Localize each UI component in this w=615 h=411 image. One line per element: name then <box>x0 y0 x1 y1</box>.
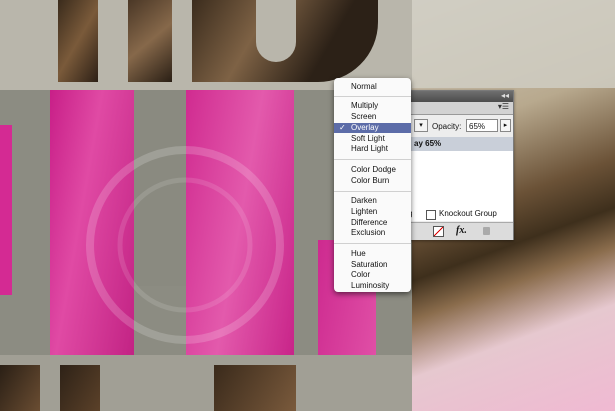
menu-item-difference[interactable]: Difference <box>334 218 411 228</box>
layer-label: ay 65% <box>414 139 442 148</box>
menu-item-exclusion[interactable]: Exclusion <box>334 228 411 238</box>
opacity-field[interactable]: 65% <box>466 119 498 132</box>
menu-item-color[interactable]: Color <box>334 270 411 280</box>
collapse-icon[interactable]: ◂◂ <box>501 91 509 100</box>
transparency-panel[interactable]: ◂◂ ▾☰ ▾ Opacity: 65% ▸ ay 65% g Knockout… <box>405 90 514 240</box>
panel-footer: fx. <box>406 222 513 240</box>
panel-tab-bar[interactable]: ▾☰ <box>406 102 513 115</box>
menu-item-normal[interactable]: Normal <box>334 82 411 92</box>
decorative-circles <box>86 146 284 344</box>
trash-icon[interactable] <box>483 227 490 235</box>
menu-item-screen[interactable]: Screen <box>334 112 411 122</box>
opacity-stepper-arrow[interactable]: ▸ <box>500 119 511 132</box>
knockout-row: g Knockout Group <box>406 208 513 222</box>
menu-item-hue[interactable]: Hue <box>334 249 411 259</box>
artwork-canvas[interactable] <box>0 0 615 411</box>
menu-item-color-dodge[interactable]: Color Dodge <box>334 165 411 175</box>
fx-icon[interactable]: fx. <box>456 225 467 236</box>
menu-separator <box>334 191 411 192</box>
menu-item-hard-light[interactable]: Hard Light <box>334 144 411 154</box>
clear-appearance-icon[interactable] <box>433 226 444 237</box>
menu-item-darken[interactable]: Darken <box>334 196 411 206</box>
knockout-checkbox[interactable] <box>426 210 436 220</box>
menu-separator <box>334 96 411 97</box>
menu-item-luminosity[interactable]: Luminosity <box>334 281 411 291</box>
checkmark-icon: ✓ <box>339 123 346 132</box>
menu-separator <box>334 243 411 244</box>
panel-title-bar[interactable]: ◂◂ <box>406 91 513 102</box>
menu-item-overlay[interactable]: ✓ Overlay <box>334 123 411 133</box>
menu-item-soft-light[interactable]: Soft Light <box>334 134 411 144</box>
blend-opacity-row: ▾ Opacity: 65% ▸ <box>406 118 513 134</box>
knockout-label: Knockout Group <box>439 209 497 218</box>
menu-item-saturation[interactable]: Saturation <box>334 260 411 270</box>
menu-item-color-burn[interactable]: Color Burn <box>334 176 411 186</box>
opacity-label: Opacity: <box>432 122 462 131</box>
blend-mode-menu[interactable]: Normal Multiply Screen ✓ Overlay Soft Li… <box>334 78 411 292</box>
menu-item-lighten[interactable]: Lighten <box>334 207 411 217</box>
menu-separator <box>334 159 411 160</box>
layer-row[interactable]: ay 65% <box>406 137 513 151</box>
panel-menu-icon[interactable]: ▾☰ <box>498 102 509 111</box>
blend-mode-dropdown-arrow[interactable]: ▾ <box>414 119 428 132</box>
menu-item-multiply[interactable]: Multiply <box>334 101 411 111</box>
